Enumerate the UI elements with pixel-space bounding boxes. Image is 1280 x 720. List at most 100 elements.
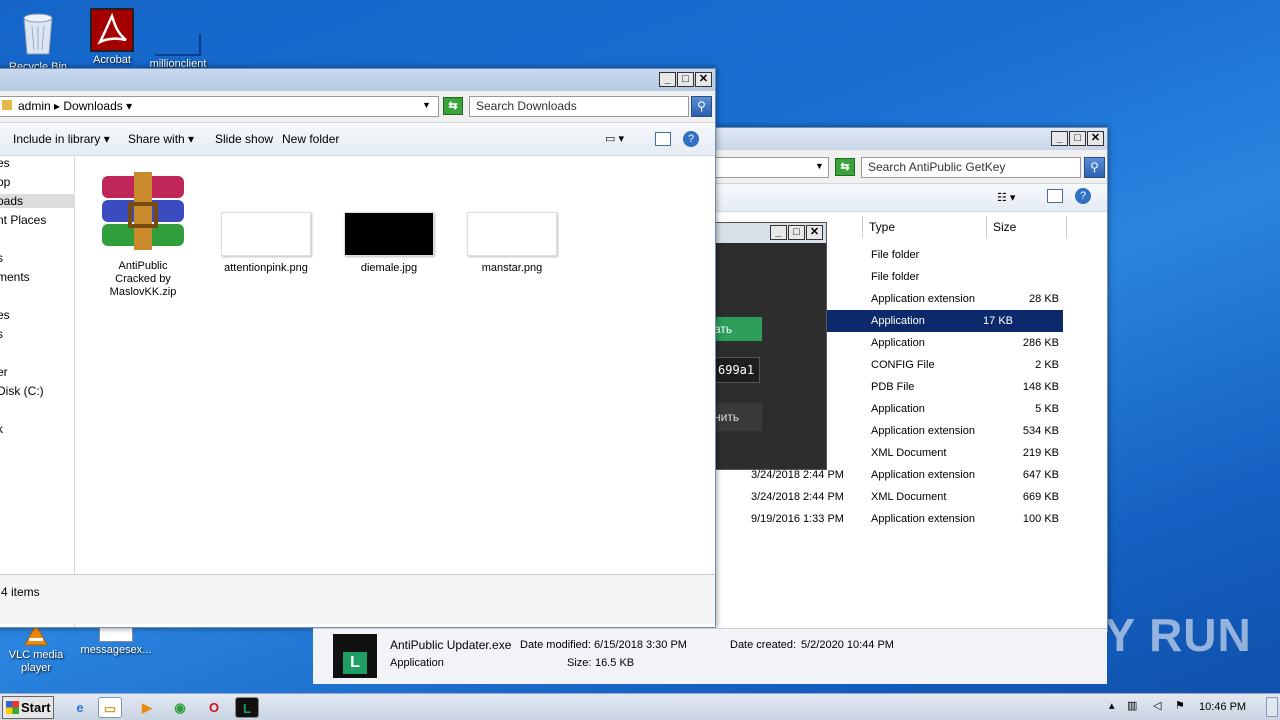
antipublic-taskbar-icon[interactable]: L	[235, 697, 259, 718]
size-label: Size:	[567, 657, 592, 669]
chevron-down-icon[interactable]: ▼	[815, 161, 824, 171]
file-item[interactable]: AntiPublic Cracked by MaslovKK.zip	[88, 172, 198, 299]
close-button[interactable]: ✕	[806, 225, 823, 240]
address-field[interactable]	[713, 157, 829, 178]
help-icon[interactable]: ?	[683, 131, 699, 147]
cell-size: 534 KB	[1022, 425, 1059, 437]
title-bar[interactable]: _ □ ✕	[0, 69, 715, 91]
date-modified-label: Date modified:	[520, 639, 591, 651]
chrome-icon[interactable]: ◉	[168, 697, 192, 718]
network-icon[interactable]: ▥	[1127, 699, 1137, 712]
file-item[interactable]: manstar.png	[457, 212, 567, 274]
acrobat-icon	[90, 8, 134, 52]
nav-item[interactable]: s	[0, 327, 3, 341]
title-bar[interactable]: _ □ ✕	[713, 128, 1107, 150]
explorer-window-downloads[interactable]: _ □ ✕ admin ▸ Downloads ▾ ▼ ⇆ Search Dow…	[0, 68, 716, 628]
cell-type: File folder	[871, 271, 920, 283]
desktop-icon-messages[interactable]: messagesex...	[78, 624, 154, 657]
dark-action-button[interactable]: нить	[716, 403, 762, 431]
media-player-icon[interactable]: ▶	[135, 697, 159, 718]
maximize-button[interactable]: □	[788, 225, 805, 240]
cell-type: XML Document	[871, 491, 947, 503]
title-bar[interactable]: _ □ ✕	[716, 223, 826, 243]
cell-type: Application extension	[871, 513, 975, 525]
change-view-icon[interactable]: ▭ ▾	[605, 132, 624, 145]
preview-pane-icon[interactable]	[1047, 189, 1063, 203]
application-icon: L	[333, 634, 377, 678]
green-action-button[interactable]: ать	[716, 317, 762, 341]
cell-type: Application	[871, 337, 925, 349]
chevron-down-icon[interactable]: ▼	[422, 100, 431, 110]
table-row[interactable]: 3/24/2018 2:44 PM XML Document 669 KB	[713, 486, 1107, 508]
address-field[interactable]: admin ▸ Downloads ▾	[0, 96, 439, 117]
maximize-button[interactable]: □	[1069, 131, 1086, 146]
desktop-icon-millionclient[interactable]: millionclient	[140, 4, 216, 71]
desktop-icon-acrobat[interactable]: Acrobat	[74, 6, 150, 67]
search-icon[interactable]: ⚲	[691, 96, 712, 117]
key-field[interactable]: 699a1	[716, 357, 760, 383]
internet-explorer-icon[interactable]: e	[68, 697, 92, 718]
nav-item[interactable]: es	[0, 308, 10, 322]
table-row[interactable]: 9/19/2016 1:33 PM Application extension 10…	[713, 508, 1107, 530]
refresh-icon[interactable]: ⇆	[835, 158, 855, 176]
close-button[interactable]: ✕	[695, 72, 712, 87]
close-button[interactable]: ✕	[1087, 131, 1104, 146]
breadcrumb-folder[interactable]: Downloads	[63, 99, 122, 113]
nav-item[interactable]: nt Places	[0, 213, 46, 227]
file-item[interactable]: diemale.jpg	[334, 212, 444, 274]
speaker-icon[interactable]: ◁	[1153, 699, 1161, 712]
preview-pane-icon[interactable]	[655, 132, 671, 146]
minimize-button[interactable]: _	[1051, 131, 1068, 146]
refresh-icon[interactable]: ⇆	[443, 97, 463, 115]
flag-icon[interactable]: ⚑	[1175, 699, 1185, 712]
date-created: 5/2/2020 10:44 PM	[801, 639, 894, 651]
details-pane: L AntiPublic Updater.exe Date modified: …	[313, 628, 1107, 684]
file-item[interactable]: attentionpink.png	[211, 212, 321, 274]
column-header-type[interactable]: Type	[863, 216, 987, 238]
desktop-icon-vlc[interactable]: VLC media player	[0, 623, 74, 675]
search-input[interactable]: Search AntiPublic GetKey	[861, 157, 1081, 178]
nav-item[interactable]: oads	[0, 194, 75, 208]
search-input[interactable]: Search Downloads	[469, 96, 689, 117]
nav-item[interactable]: s	[0, 251, 3, 265]
recycle-bin-icon	[23, 13, 53, 55]
antipublic-app-window[interactable]: _ □ ✕ ать 699a1 нить	[715, 222, 827, 470]
show-desktop-button[interactable]	[1266, 697, 1278, 717]
cell-type: Application extension	[871, 293, 975, 305]
help-icon[interactable]: ?	[1075, 188, 1091, 204]
start-button[interactable]: Start	[2, 696, 54, 719]
minimize-button[interactable]: _	[770, 225, 787, 240]
new-folder-button[interactable]: New folder	[282, 132, 339, 146]
nav-item[interactable]: op	[0, 175, 10, 189]
clock[interactable]: 10:46 PM	[1199, 701, 1246, 713]
cell-size: 669 KB	[1022, 491, 1059, 503]
nav-item[interactable]: es	[0, 156, 10, 170]
cell-size: 647 KB	[1022, 469, 1059, 481]
search-icon[interactable]: ⚲	[1084, 157, 1105, 178]
minimize-button[interactable]: _	[659, 72, 676, 87]
navigation-pane: es op oads nt Places s ments es s er Disk (C:) k	[0, 156, 75, 627]
slide-show-button[interactable]: Slide show	[215, 132, 273, 146]
desktop-icon-recycle-bin[interactable]: Recycle Bin	[0, 4, 76, 74]
nav-item[interactable]: Disk (C:)	[0, 384, 44, 398]
file-name: manstar.png	[481, 262, 543, 274]
view-options-icon[interactable]: ☷ ▾	[997, 191, 1015, 204]
column-header-size[interactable]: Size	[987, 216, 1067, 238]
document-icon	[99, 626, 133, 642]
explorer-taskbar-icon[interactable]: ▭	[98, 697, 122, 718]
desktop-icon-label: messagesex...	[80, 644, 152, 656]
windows-logo-icon	[6, 701, 19, 714]
button-label: Share with	[128, 132, 185, 146]
maximize-button[interactable]: □	[677, 72, 694, 87]
opera-icon[interactable]: O	[202, 697, 226, 718]
include-in-library-button[interactable]: Include in library ▾	[13, 132, 110, 146]
cell-size: 286 KB	[1022, 337, 1059, 349]
show-hidden-icons-icon[interactable]: ▴	[1109, 699, 1115, 712]
cell-type: Application	[871, 315, 925, 327]
nav-item[interactable]: k	[0, 422, 3, 436]
file-size: 16.5 KB	[595, 657, 635, 669]
share-with-button[interactable]: Share with ▾	[128, 132, 194, 146]
breadcrumb-user[interactable]: admin	[18, 99, 51, 113]
nav-item[interactable]: ments	[0, 270, 30, 284]
nav-item[interactable]: er	[0, 365, 8, 379]
